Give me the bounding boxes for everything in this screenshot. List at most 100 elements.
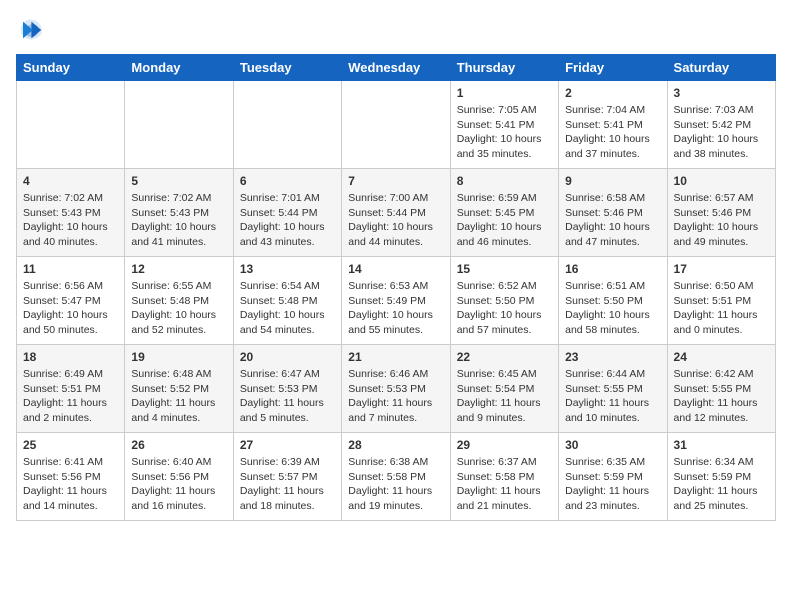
calendar-cell: 2Sunrise: 7:04 AM Sunset: 5:41 PM Daylig… xyxy=(559,81,667,169)
logo-icon xyxy=(16,16,44,44)
calendar-cell: 31Sunrise: 6:34 AM Sunset: 5:59 PM Dayli… xyxy=(667,433,775,521)
day-info: Sunrise: 6:47 AM Sunset: 5:53 PM Dayligh… xyxy=(240,367,335,426)
day-number: 29 xyxy=(457,438,552,452)
day-info: Sunrise: 6:37 AM Sunset: 5:58 PM Dayligh… xyxy=(457,455,552,514)
day-header-monday: Monday xyxy=(125,55,233,81)
day-info: Sunrise: 6:49 AM Sunset: 5:51 PM Dayligh… xyxy=(23,367,118,426)
day-number: 18 xyxy=(23,350,118,364)
calendar-cell: 22 Sunrise: 6:45 AM Sunset: 5:54 PM Dayli… xyxy=(450,345,558,433)
day-header-friday: Friday xyxy=(559,55,667,81)
day-number: 5 xyxy=(131,174,226,188)
calendar-cell xyxy=(125,81,233,169)
day-info: Sunrise: 6:59 AM Sunset: 5:45 PM Dayligh… xyxy=(457,191,552,250)
calendar-week-1: 1 Sunrise: 7:05 AM Sunset: 5:41 PM Daylig… xyxy=(17,81,776,169)
calendar-cell xyxy=(233,81,341,169)
day-number: 25 xyxy=(23,438,118,452)
calendar-cell: 10 Sunrise: 6:57 AM Sunset: 5:46 PM Dayli… xyxy=(667,169,775,257)
day-info: Sunrise: 6:44 AM Sunset: 5:55 PM Dayligh… xyxy=(565,367,660,426)
calendar-cell: 30 Sunrise: 6:35 AM Sunset: 5:59 PM Dayli… xyxy=(559,433,667,521)
day-number: 17 xyxy=(674,262,769,276)
day-info: Sunrise: 6:51 AM Sunset: 5:50 PM Dayligh… xyxy=(565,279,660,338)
calendar-cell: 28Sunrise: 6:38 AM Sunset: 5:58 PM Dayli… xyxy=(342,433,450,521)
day-number: 1 xyxy=(457,86,552,100)
day-info: Sunrise: 6:50 AM Sunset: 5:51 PM Dayligh… xyxy=(674,279,769,338)
calendar-cell: 1 Sunrise: 7:05 AM Sunset: 5:41 PM Daylig… xyxy=(450,81,558,169)
calendar-cell: 18 Sunrise: 6:49 AM Sunset: 5:51 PM Dayli… xyxy=(17,345,125,433)
day-header-saturday: Saturday xyxy=(667,55,775,81)
calendar-cell: 24 Sunrise: 6:42 AM Sunset: 5:55 PM Dayli… xyxy=(667,345,775,433)
day-number: 12 xyxy=(131,262,226,276)
day-info: Sunrise: 7:02 AM Sunset: 5:43 PM Dayligh… xyxy=(23,191,118,250)
day-header-thursday: Thursday xyxy=(450,55,558,81)
day-number: 4 xyxy=(23,174,118,188)
day-info: Sunrise: 6:57 AM Sunset: 5:46 PM Dayligh… xyxy=(674,191,769,250)
day-number: 15 xyxy=(457,262,552,276)
calendar-cell: 15Sunrise: 6:52 AM Sunset: 5:50 PM Dayli… xyxy=(450,257,558,345)
day-number: 16 xyxy=(565,262,660,276)
day-number: 3 xyxy=(674,86,769,100)
day-number: 20 xyxy=(240,350,335,364)
calendar-cell: 23 Sunrise: 6:44 AM Sunset: 5:55 PM Dayli… xyxy=(559,345,667,433)
calendar-cell: 3 Sunrise: 7:03 AM Sunset: 5:42 PM Daylig… xyxy=(667,81,775,169)
day-info: Sunrise: 6:46 AM Sunset: 5:53 PM Dayligh… xyxy=(348,367,443,426)
calendar-cell: 6 Sunrise: 7:01 AM Sunset: 5:44 PM Daylig… xyxy=(233,169,341,257)
day-header-row: SundayMondayTuesdayWednesdayThursdayFrid… xyxy=(17,55,776,81)
day-info: Sunrise: 6:42 AM Sunset: 5:55 PM Dayligh… xyxy=(674,367,769,426)
day-header-sunday: Sunday xyxy=(17,55,125,81)
day-info: Sunrise: 6:35 AM Sunset: 5:59 PM Dayligh… xyxy=(565,455,660,514)
day-info: Sunrise: 6:48 AM Sunset: 5:52 PM Dayligh… xyxy=(131,367,226,426)
calendar-week-4: 18 Sunrise: 6:49 AM Sunset: 5:51 PM Dayli… xyxy=(17,345,776,433)
day-number: 27 xyxy=(240,438,335,452)
calendar-cell: 17 Sunrise: 6:50 AM Sunset: 5:51 PM Dayli… xyxy=(667,257,775,345)
calendar-cell: 4 Sunrise: 7:02 AM Sunset: 5:43 PM Daylig… xyxy=(17,169,125,257)
calendar-table: SundayMondayTuesdayWednesdayThursdayFrid… xyxy=(16,54,776,521)
day-info: Sunrise: 7:03 AM Sunset: 5:42 PM Dayligh… xyxy=(674,103,769,162)
page-header xyxy=(16,16,776,44)
calendar-cell: 19Sunrise: 6:48 AM Sunset: 5:52 PM Dayli… xyxy=(125,345,233,433)
calendar-cell: 29 Sunrise: 6:37 AM Sunset: 5:58 PM Dayli… xyxy=(450,433,558,521)
calendar-cell: 26 Sunrise: 6:40 AM Sunset: 5:56 PM Dayli… xyxy=(125,433,233,521)
day-number: 8 xyxy=(457,174,552,188)
day-info: Sunrise: 6:56 AM Sunset: 5:47 PM Dayligh… xyxy=(23,279,118,338)
day-header-tuesday: Tuesday xyxy=(233,55,341,81)
calendar-week-5: 25Sunrise: 6:41 AM Sunset: 5:56 PM Dayli… xyxy=(17,433,776,521)
day-info: Sunrise: 6:53 AM Sunset: 5:49 PM Dayligh… xyxy=(348,279,443,338)
day-info: Sunrise: 6:55 AM Sunset: 5:48 PM Dayligh… xyxy=(131,279,226,338)
calendar-week-2: 4 Sunrise: 7:02 AM Sunset: 5:43 PM Daylig… xyxy=(17,169,776,257)
calendar-cell: 21 Sunrise: 6:46 AM Sunset: 5:53 PM Dayli… xyxy=(342,345,450,433)
day-number: 2 xyxy=(565,86,660,100)
day-number: 31 xyxy=(674,438,769,452)
day-info: Sunrise: 6:54 AM Sunset: 5:48 PM Dayligh… xyxy=(240,279,335,338)
day-info: Sunrise: 7:02 AM Sunset: 5:43 PM Dayligh… xyxy=(131,191,226,250)
day-number: 6 xyxy=(240,174,335,188)
calendar-cell: 13Sunrise: 6:54 AM Sunset: 5:48 PM Dayli… xyxy=(233,257,341,345)
day-number: 22 xyxy=(457,350,552,364)
day-number: 24 xyxy=(674,350,769,364)
day-number: 23 xyxy=(565,350,660,364)
calendar-cell: 9Sunrise: 6:58 AM Sunset: 5:46 PM Daylig… xyxy=(559,169,667,257)
day-info: Sunrise: 7:01 AM Sunset: 5:44 PM Dayligh… xyxy=(240,191,335,250)
calendar-cell: 20 Sunrise: 6:47 AM Sunset: 5:53 PM Dayli… xyxy=(233,345,341,433)
day-info: Sunrise: 6:58 AM Sunset: 5:46 PM Dayligh… xyxy=(565,191,660,250)
day-number: 21 xyxy=(348,350,443,364)
calendar-week-3: 11Sunrise: 6:56 AM Sunset: 5:47 PM Dayli… xyxy=(17,257,776,345)
calendar-cell: 27Sunrise: 6:39 AM Sunset: 5:57 PM Dayli… xyxy=(233,433,341,521)
day-info: Sunrise: 7:00 AM Sunset: 5:44 PM Dayligh… xyxy=(348,191,443,250)
calendar-cell: 11Sunrise: 6:56 AM Sunset: 5:47 PM Dayli… xyxy=(17,257,125,345)
day-header-wednesday: Wednesday xyxy=(342,55,450,81)
day-number: 10 xyxy=(674,174,769,188)
day-number: 14 xyxy=(348,262,443,276)
calendar-cell: 5 Sunrise: 7:02 AM Sunset: 5:43 PM Daylig… xyxy=(125,169,233,257)
day-info: Sunrise: 6:45 AM Sunset: 5:54 PM Dayligh… xyxy=(457,367,552,426)
calendar-cell xyxy=(342,81,450,169)
calendar-cell: 7 Sunrise: 7:00 AM Sunset: 5:44 PM Daylig… xyxy=(342,169,450,257)
calendar-cell: 8 Sunrise: 6:59 AM Sunset: 5:45 PM Daylig… xyxy=(450,169,558,257)
day-info: Sunrise: 6:40 AM Sunset: 5:56 PM Dayligh… xyxy=(131,455,226,514)
day-number: 7 xyxy=(348,174,443,188)
day-info: Sunrise: 7:05 AM Sunset: 5:41 PM Dayligh… xyxy=(457,103,552,162)
day-number: 28 xyxy=(348,438,443,452)
day-number: 30 xyxy=(565,438,660,452)
logo xyxy=(16,16,48,44)
day-number: 26 xyxy=(131,438,226,452)
calendar-cell: 12 Sunrise: 6:55 AM Sunset: 5:48 PM Dayli… xyxy=(125,257,233,345)
